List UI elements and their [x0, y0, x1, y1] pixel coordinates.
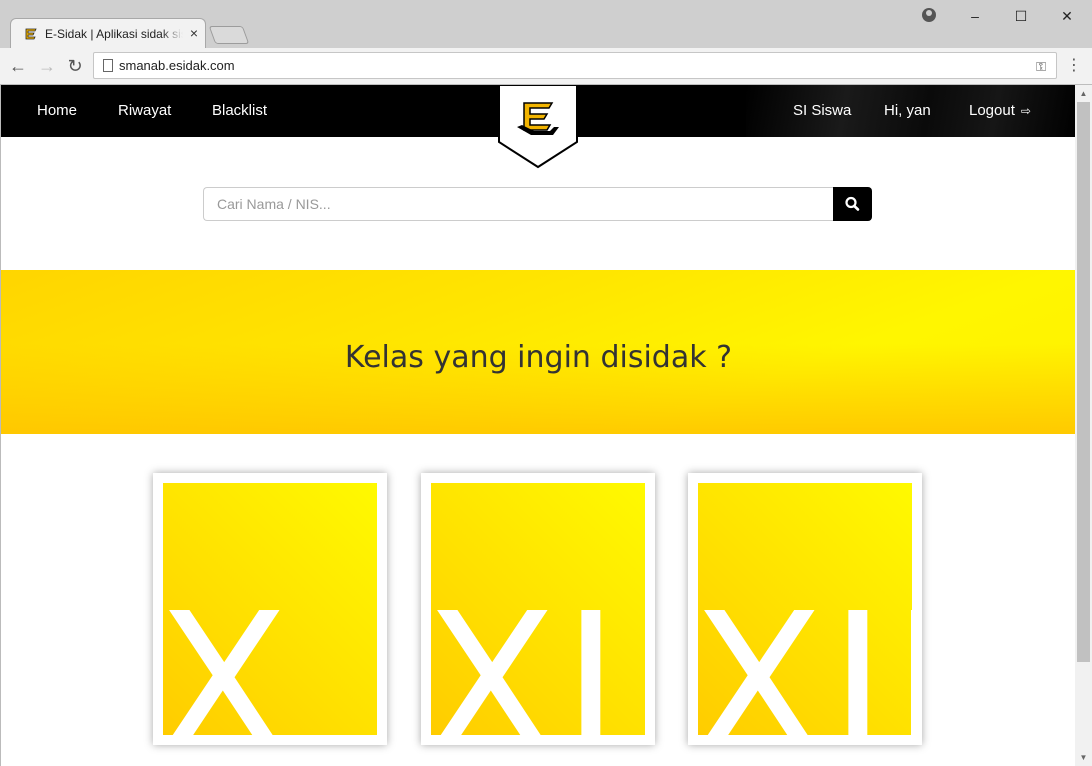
- nav-si-siswa[interactable]: SI Siswa: [793, 102, 851, 119]
- class-card-xi[interactable]: XI: [421, 473, 655, 745]
- url-text: smanab.esidak.com: [119, 58, 235, 73]
- new-tab-button[interactable]: [208, 26, 250, 44]
- reload-icon[interactable]: ↻: [65, 56, 85, 76]
- class-label: XI: [431, 573, 626, 736]
- esidak-favicon-icon: [25, 28, 37, 40]
- nav-blacklist[interactable]: Blacklist: [212, 102, 267, 119]
- page-viewport: Home Riwayat Blacklist SI Siswa Hi, yan …: [0, 85, 1075, 766]
- browser-tab[interactable]: E-Sidak | Aplikasi sidak siswa ×: [10, 18, 206, 48]
- browser-titlebar: E-Sidak | Aplikasi sidak siswa × – ☐ ✕: [0, 0, 1092, 48]
- nav-user-greeting[interactable]: Hi, yan: [884, 102, 931, 119]
- class-card-tile: XII: [698, 483, 912, 735]
- browser-toolbar: ← → ↻ smanab.esidak.com ⚿ ⋮: [0, 48, 1092, 85]
- page-scrollbar[interactable]: ▲ ▼: [1075, 85, 1092, 766]
- minimize-icon[interactable]: –: [964, 6, 986, 26]
- search-input[interactable]: [203, 187, 833, 221]
- tab-title: E-Sidak | Aplikasi sidak siswa: [45, 27, 183, 41]
- class-card-x[interactable]: X: [153, 473, 387, 745]
- key-icon[interactable]: ⚿: [1036, 59, 1046, 75]
- class-card-xii[interactable]: XII: [688, 473, 922, 745]
- nav-home[interactable]: Home: [37, 102, 77, 119]
- scroll-up-icon[interactable]: ▲: [1075, 85, 1092, 102]
- logout-icon: ⇨: [1020, 104, 1031, 118]
- scroll-down-icon[interactable]: ▼: [1075, 749, 1092, 766]
- nav-logout[interactable]: Logout ⇨: [969, 102, 1031, 119]
- scroll-thumb[interactable]: [1077, 102, 1090, 662]
- hero-banner: Kelas yang ingin disidak ?: [1, 270, 1075, 434]
- class-label: X: [163, 573, 295, 736]
- back-icon[interactable]: ←: [8, 56, 28, 76]
- hero-title: Kelas yang ingin disidak ?: [344, 340, 733, 375]
- esidak-logo[interactable]: [498, 85, 578, 169]
- class-card-tile: XI: [431, 483, 645, 735]
- search-icon: [845, 196, 860, 211]
- logout-label: Logout: [969, 102, 1015, 119]
- browser-menu-icon[interactable]: ⋮: [1066, 56, 1082, 76]
- address-bar[interactable]: smanab.esidak.com ⚿: [93, 52, 1057, 79]
- nav-riwayat[interactable]: Riwayat: [118, 102, 171, 119]
- forward-icon[interactable]: →: [37, 56, 57, 76]
- class-card-tile: X: [163, 483, 377, 735]
- maximize-icon[interactable]: ☐: [1010, 6, 1032, 26]
- window-close-icon[interactable]: ✕: [1056, 6, 1078, 26]
- search-button[interactable]: [833, 187, 872, 221]
- search-bar: [203, 187, 872, 221]
- page-icon: [103, 59, 113, 72]
- class-label: XII: [698, 573, 912, 736]
- tab-close-icon[interactable]: ×: [187, 25, 201, 41]
- profile-icon[interactable]: [922, 8, 936, 22]
